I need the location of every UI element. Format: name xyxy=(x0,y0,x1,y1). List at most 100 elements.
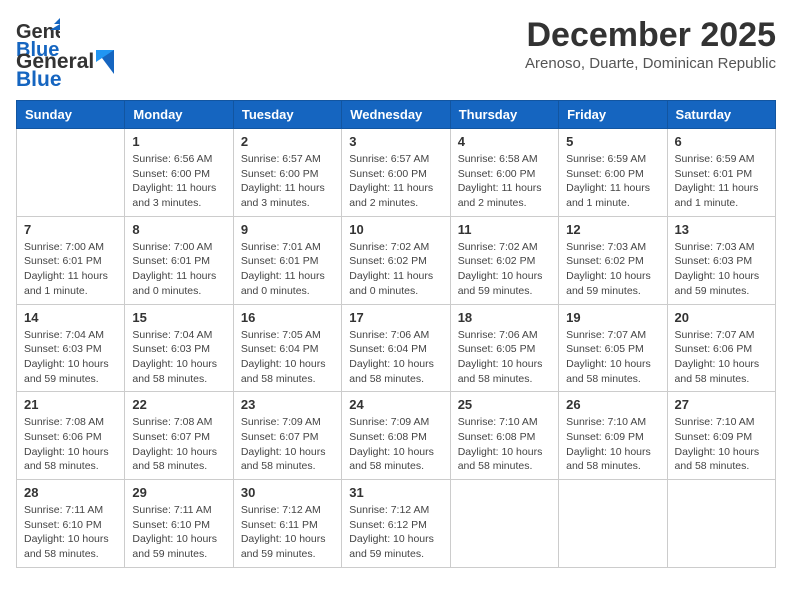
table-row xyxy=(667,480,775,568)
col-saturday: Saturday xyxy=(667,101,775,129)
table-row: 21 Sunrise: 7:08 AM Sunset: 6:06 PM Dayli… xyxy=(17,392,125,480)
calendar-week-row: 14Sunrise: 7:04 AM Sunset: 6:03 PM Dayli… xyxy=(17,304,776,392)
day-info: Sunrise: 6:59 AM Sunset: 6:01 PM Dayligh… xyxy=(675,152,768,211)
table-row: 11 Sunrise: 7:02 AM Sunset: 6:02 PM Dayli… xyxy=(450,216,558,304)
day-info: Sunrise: 7:11 AM Sunset: 6:10 PM Dayligh… xyxy=(24,503,117,562)
day-info: Sunrise: 7:11 AM Sunset: 6:10 PM Dayligh… xyxy=(132,503,225,562)
calendar-week-row: 1 Sunrise: 6:56 AM Sunset: 6:00 PM Daylig… xyxy=(17,129,776,217)
table-row xyxy=(17,129,125,217)
day-info: Sunrise: 7:04 AM Sunset: 6:03 PM Dayligh… xyxy=(24,328,117,387)
day-number: 1 xyxy=(132,134,225,149)
day-number: 21 xyxy=(24,397,117,412)
day-number: 15 xyxy=(132,310,225,325)
day-number: 5 xyxy=(566,134,659,149)
day-info: Sunrise: 7:02 AM Sunset: 6:02 PM Dayligh… xyxy=(458,240,551,299)
day-info: Sunrise: 7:08 AM Sunset: 6:07 PM Dayligh… xyxy=(132,415,225,474)
day-info: Sunrise: 6:57 AM Sunset: 6:00 PM Dayligh… xyxy=(349,152,442,211)
day-info: Sunrise: 7:10 AM Sunset: 6:09 PM Dayligh… xyxy=(566,415,659,474)
day-number: 2 xyxy=(241,134,334,149)
table-row: 7 Sunrise: 7:00 AM Sunset: 6:01 PM Daylig… xyxy=(17,216,125,304)
month-title: December 2025 xyxy=(525,16,776,55)
table-row: 1 Sunrise: 6:56 AM Sunset: 6:00 PM Daylig… xyxy=(125,129,233,217)
day-info: Sunrise: 7:00 AM Sunset: 6:01 PM Dayligh… xyxy=(132,240,225,299)
day-info: Sunrise: 7:02 AM Sunset: 6:02 PM Dayligh… xyxy=(349,240,442,299)
day-info: Sunrise: 7:08 AM Sunset: 6:06 PM Dayligh… xyxy=(24,415,117,474)
table-row: 18Sunrise: 7:06 AM Sunset: 6:05 PM Dayli… xyxy=(450,304,558,392)
table-row: 29 Sunrise: 7:11 AM Sunset: 6:10 PM Dayli… xyxy=(125,480,233,568)
day-number: 31 xyxy=(349,485,442,500)
day-number: 20 xyxy=(675,310,768,325)
table-row: 2 Sunrise: 6:57 AM Sunset: 6:00 PM Daylig… xyxy=(233,129,341,217)
calendar-table: Sunday Monday Tuesday Wednesday Thursday… xyxy=(16,100,776,568)
table-row: 27 Sunrise: 7:10 AM Sunset: 6:09 PM Dayli… xyxy=(667,392,775,480)
day-info: Sunrise: 7:01 AM Sunset: 6:01 PM Dayligh… xyxy=(241,240,334,299)
logo: General Blue General Blue xyxy=(16,16,114,92)
day-info: Sunrise: 7:06 AM Sunset: 6:04 PM Dayligh… xyxy=(349,328,442,387)
day-info: Sunrise: 7:12 AM Sunset: 6:12 PM Dayligh… xyxy=(349,503,442,562)
day-number: 17 xyxy=(349,310,442,325)
day-number: 28 xyxy=(24,485,117,500)
day-number: 7 xyxy=(24,222,117,237)
table-row: 26 Sunrise: 7:10 AM Sunset: 6:09 PM Dayli… xyxy=(559,392,667,480)
day-number: 3 xyxy=(349,134,442,149)
day-info: Sunrise: 7:07 AM Sunset: 6:05 PM Dayligh… xyxy=(566,328,659,387)
table-row: 4 Sunrise: 6:58 AM Sunset: 6:00 PM Daylig… xyxy=(450,129,558,217)
col-friday: Friday xyxy=(559,101,667,129)
day-info: Sunrise: 7:10 AM Sunset: 6:08 PM Dayligh… xyxy=(458,415,551,474)
table-row: 24 Sunrise: 7:09 AM Sunset: 6:08 PM Dayli… xyxy=(342,392,450,480)
col-tuesday: Tuesday xyxy=(233,101,341,129)
table-row: 20 Sunrise: 7:07 AM Sunset: 6:06 PM Dayli… xyxy=(667,304,775,392)
col-thursday: Thursday xyxy=(450,101,558,129)
day-number: 30 xyxy=(241,485,334,500)
day-info: Sunrise: 6:58 AM Sunset: 6:00 PM Dayligh… xyxy=(458,152,551,211)
day-number: 26 xyxy=(566,397,659,412)
day-info: Sunrise: 7:07 AM Sunset: 6:06 PM Dayligh… xyxy=(675,328,768,387)
day-info: Sunrise: 7:09 AM Sunset: 6:07 PM Dayligh… xyxy=(241,415,334,474)
day-info: Sunrise: 6:57 AM Sunset: 6:00 PM Dayligh… xyxy=(241,152,334,211)
day-info: Sunrise: 7:03 AM Sunset: 6:02 PM Dayligh… xyxy=(566,240,659,299)
day-number: 16 xyxy=(241,310,334,325)
day-number: 29 xyxy=(132,485,225,500)
day-number: 4 xyxy=(458,134,551,149)
day-number: 12 xyxy=(566,222,659,237)
table-row: 22 Sunrise: 7:08 AM Sunset: 6:07 PM Dayli… xyxy=(125,392,233,480)
title-block: December 2025 Arenoso, Duarte, Dominican… xyxy=(525,16,776,72)
table-row: 5 Sunrise: 6:59 AM Sunset: 6:00 PM Daylig… xyxy=(559,129,667,217)
table-row: 15Sunrise: 7:04 AM Sunset: 6:03 PM Dayli… xyxy=(125,304,233,392)
day-info: Sunrise: 7:12 AM Sunset: 6:11 PM Dayligh… xyxy=(241,503,334,562)
day-info: Sunrise: 6:59 AM Sunset: 6:00 PM Dayligh… xyxy=(566,152,659,211)
day-info: Sunrise: 7:03 AM Sunset: 6:03 PM Dayligh… xyxy=(675,240,768,299)
day-number: 6 xyxy=(675,134,768,149)
table-row: 14Sunrise: 7:04 AM Sunset: 6:03 PM Dayli… xyxy=(17,304,125,392)
day-number: 11 xyxy=(458,222,551,237)
day-info: Sunrise: 7:00 AM Sunset: 6:01 PM Dayligh… xyxy=(24,240,117,299)
col-sunday: Sunday xyxy=(17,101,125,129)
table-row: 9 Sunrise: 7:01 AM Sunset: 6:01 PM Daylig… xyxy=(233,216,341,304)
day-info: Sunrise: 7:09 AM Sunset: 6:08 PM Dayligh… xyxy=(349,415,442,474)
table-row: 23 Sunrise: 7:09 AM Sunset: 6:07 PM Dayli… xyxy=(233,392,341,480)
table-row: 31 Sunrise: 7:12 AM Sunset: 6:12 PM Dayli… xyxy=(342,480,450,568)
day-number: 8 xyxy=(132,222,225,237)
day-number: 22 xyxy=(132,397,225,412)
table-row: 16 Sunrise: 7:05 AM Sunset: 6:04 PM Dayli… xyxy=(233,304,341,392)
day-number: 23 xyxy=(241,397,334,412)
table-row xyxy=(450,480,558,568)
day-info: Sunrise: 6:56 AM Sunset: 6:00 PM Dayligh… xyxy=(132,152,225,211)
logo-blue: Blue xyxy=(16,68,62,92)
day-number: 18 xyxy=(458,310,551,325)
day-number: 27 xyxy=(675,397,768,412)
day-number: 9 xyxy=(241,222,334,237)
day-info: Sunrise: 7:05 AM Sunset: 6:04 PM Dayligh… xyxy=(241,328,334,387)
day-number: 24 xyxy=(349,397,442,412)
day-info: Sunrise: 7:10 AM Sunset: 6:09 PM Dayligh… xyxy=(675,415,768,474)
table-row: 17 Sunrise: 7:06 AM Sunset: 6:04 PM Dayli… xyxy=(342,304,450,392)
table-row: 25Sunrise: 7:10 AM Sunset: 6:08 PM Dayli… xyxy=(450,392,558,480)
col-monday: Monday xyxy=(125,101,233,129)
table-row: 13Sunrise: 7:03 AM Sunset: 6:03 PM Dayli… xyxy=(667,216,775,304)
table-row: 3 Sunrise: 6:57 AM Sunset: 6:00 PM Daylig… xyxy=(342,129,450,217)
table-row: 19 Sunrise: 7:07 AM Sunset: 6:05 PM Dayli… xyxy=(559,304,667,392)
calendar-week-row: 28 Sunrise: 7:11 AM Sunset: 6:10 PM Dayli… xyxy=(17,480,776,568)
day-number: 19 xyxy=(566,310,659,325)
location-subtitle: Arenoso, Duarte, Dominican Republic xyxy=(525,55,776,72)
table-row: 6 Sunrise: 6:59 AM Sunset: 6:01 PM Daylig… xyxy=(667,129,775,217)
